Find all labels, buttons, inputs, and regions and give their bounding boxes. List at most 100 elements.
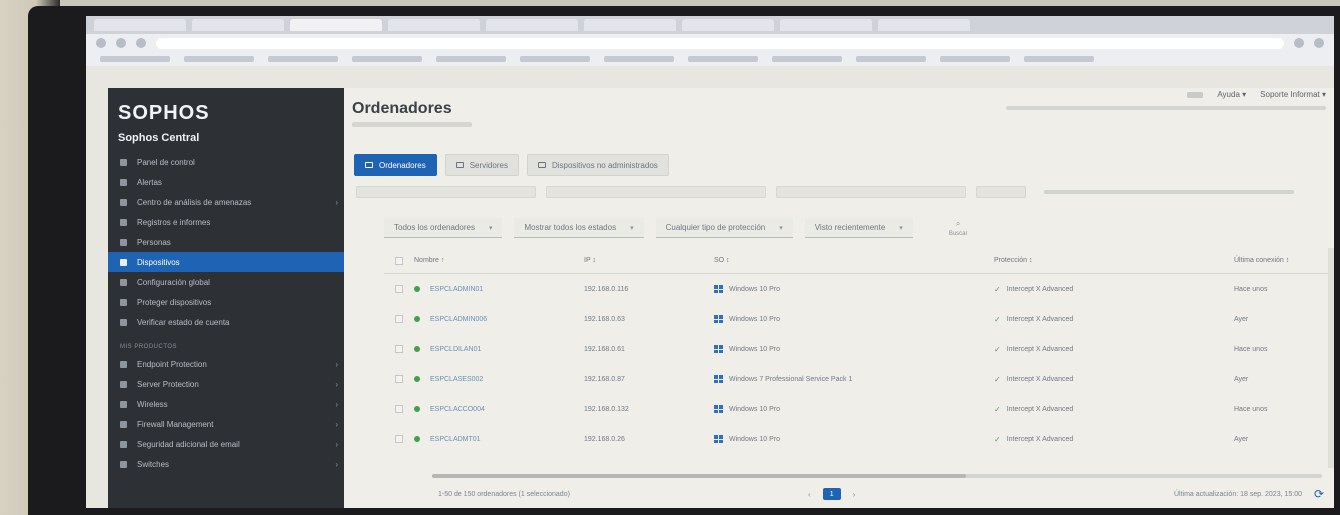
action-button[interactable]	[356, 186, 536, 198]
help-menu[interactable]: Ayuda ▾	[1217, 90, 1246, 99]
action-button[interactable]	[546, 186, 766, 198]
search-button[interactable]: ⌕ Buscar	[949, 219, 968, 237]
help-label: Ayuda	[1217, 90, 1240, 99]
browser-tab[interactable]	[192, 19, 284, 31]
row-checkbox[interactable]	[395, 285, 403, 293]
sidebar-item-wireless[interactable]: Wireless ›	[108, 394, 344, 414]
forward-icon[interactable]	[116, 38, 126, 48]
sidebar-item-switches[interactable]: Switches ›	[108, 454, 344, 474]
row-checkbox[interactable]	[395, 405, 403, 413]
sidebar-item-global-settings[interactable]: Configuración global	[108, 272, 344, 292]
computer-name-link[interactable]: ESPCLADMT01	[430, 436, 481, 443]
tab-label: Dispositivos no administrados	[551, 160, 658, 170]
vertical-scrollbar[interactable]	[1328, 248, 1334, 468]
sidebar-item-alerts[interactable]: Alertas	[108, 172, 344, 192]
bookmark[interactable]	[520, 56, 590, 62]
bookmark[interactable]	[940, 56, 1010, 62]
status-ok-icon	[414, 406, 420, 412]
browser-tab[interactable]	[682, 19, 774, 31]
row-checkbox[interactable]	[395, 375, 403, 383]
tab-computers[interactable]: Ordenadores	[354, 154, 437, 176]
scrollbar-thumb[interactable]	[432, 474, 966, 478]
filter-last-seen[interactable]: Visto recientemente ▾	[804, 218, 913, 238]
column-name[interactable]: Nombre ↑	[414, 257, 584, 264]
browser-tab[interactable]	[388, 19, 480, 31]
sophos-logo[interactable]: SOPHOS	[118, 102, 210, 125]
computer-name-link[interactable]: ESPCLASES002	[430, 376, 483, 383]
sidebar-item-server-protection[interactable]: Server Protection ›	[108, 374, 344, 394]
tab-label: Ordenadores	[379, 160, 426, 170]
row-checkbox[interactable]	[395, 435, 403, 443]
browser-tab[interactable]	[290, 19, 382, 31]
refresh-icon[interactable]: ⟳	[1314, 487, 1324, 501]
table-row[interactable]: ESPCLASES002 192.168.0.87 Windows 7 Prof…	[384, 364, 1334, 394]
computer-name-link[interactable]: ESPCLACCO004	[430, 406, 485, 413]
column-last-seen[interactable]: Última conexión ↕	[1234, 257, 1314, 264]
check-icon: ✓	[994, 434, 1001, 444]
table-row[interactable]: ESPCLADMT01 192.168.0.26 Windows 10 Pro …	[384, 424, 1334, 454]
status-ok-icon	[414, 346, 420, 352]
computer-name-link[interactable]: ESPCLADMIN006	[430, 316, 487, 323]
bookmark[interactable]	[100, 56, 170, 62]
browser-tab[interactable]	[878, 19, 970, 31]
bookmark[interactable]	[1024, 56, 1094, 62]
extension-icon[interactable]	[1294, 38, 1304, 48]
current-page[interactable]: 1	[822, 488, 841, 500]
back-icon[interactable]	[96, 38, 106, 48]
computer-name-link[interactable]: ESPCLDILAN01	[430, 346, 481, 353]
filter-health-status[interactable]: Mostrar todos los estados ▾	[514, 218, 644, 238]
notification-icon[interactable]	[1187, 91, 1204, 98]
table-row[interactable]: ESPCLDILAN01 192.168.0.61 Windows 10 Pro…	[384, 334, 1334, 364]
sidebar-item-threat-analysis[interactable]: Centro de análisis de amenazas ›	[108, 192, 344, 212]
action-note	[1044, 190, 1294, 194]
sidebar-item-reports[interactable]: Registros e informes	[108, 212, 344, 232]
profile-icon[interactable]	[1314, 38, 1324, 48]
bookmark[interactable]	[268, 56, 338, 62]
browser-tab[interactable]	[486, 19, 578, 31]
browser-tab[interactable]	[780, 19, 872, 31]
column-protection[interactable]: Protección ↕	[994, 257, 1234, 264]
column-os[interactable]: SO ↕	[714, 257, 994, 264]
table-row[interactable]: ESPCLADMIN006 192.168.0.63 Windows 10 Pr…	[384, 304, 1334, 334]
column-ip[interactable]: IP ↕	[584, 257, 714, 264]
sidebar-item-endpoint-protection[interactable]: Endpoint Protection ›	[108, 354, 344, 374]
action-button[interactable]	[776, 186, 966, 198]
browser-tab[interactable]	[94, 19, 186, 31]
bookmarks-bar	[86, 52, 1334, 66]
bookmark[interactable]	[352, 56, 422, 62]
select-all-checkbox[interactable]	[395, 256, 403, 265]
sidebar-item-devices[interactable]: Dispositivos	[108, 252, 344, 272]
table-row[interactable]: ESPCLADMIN01 192.168.0.116 Windows 10 Pr…	[384, 274, 1334, 304]
bookmark[interactable]	[184, 56, 254, 62]
search-icon: ⌕	[955, 219, 961, 228]
horizontal-scrollbar[interactable]	[432, 474, 1322, 478]
previous-page-icon[interactable]: ‹	[808, 490, 811, 499]
browser-tab[interactable]	[584, 19, 676, 31]
sidebar-item-people[interactable]: Personas	[108, 232, 344, 252]
tab-unmanaged-devices[interactable]: Dispositivos no administrados	[526, 154, 669, 176]
bookmark[interactable]	[856, 56, 926, 62]
sidebar-item-email-security[interactable]: Seguridad adicional de email ›	[108, 434, 344, 454]
section-label: MIS PRODUCTOS	[120, 344, 178, 350]
sidebar-item-dashboard[interactable]: Panel de control	[108, 152, 344, 172]
user-menu[interactable]: Soporte Informat ▾	[1260, 90, 1326, 99]
filter-computer-group[interactable]: Todos los ordenadores ▾	[384, 218, 503, 238]
bookmark[interactable]	[436, 56, 506, 62]
tab-servers[interactable]: Servidores	[444, 154, 519, 176]
filter-protection-type[interactable]: Cualquier tipo de protección ▾	[655, 218, 793, 238]
table-row[interactable]: ESPCLACCO004 192.168.0.132 Windows 10 Pr…	[384, 394, 1334, 424]
sidebar-item-protect-devices[interactable]: Proteger dispositivos	[108, 292, 344, 312]
action-button[interactable]	[976, 186, 1026, 198]
computer-name-link[interactable]: ESPCLADMIN01	[430, 286, 483, 293]
download-icon	[120, 298, 127, 306]
url-field[interactable]	[156, 37, 1284, 49]
next-page-icon[interactable]: ›	[853, 490, 856, 499]
reload-icon[interactable]	[136, 38, 146, 48]
bookmark[interactable]	[604, 56, 674, 62]
bookmark[interactable]	[772, 56, 842, 62]
row-checkbox[interactable]	[395, 345, 403, 353]
row-checkbox[interactable]	[395, 315, 403, 323]
bookmark[interactable]	[688, 56, 758, 62]
sidebar-item-firewall-management[interactable]: Firewall Management ›	[108, 414, 344, 434]
sidebar-item-account-health[interactable]: Verificar estado de cuenta	[108, 312, 344, 332]
